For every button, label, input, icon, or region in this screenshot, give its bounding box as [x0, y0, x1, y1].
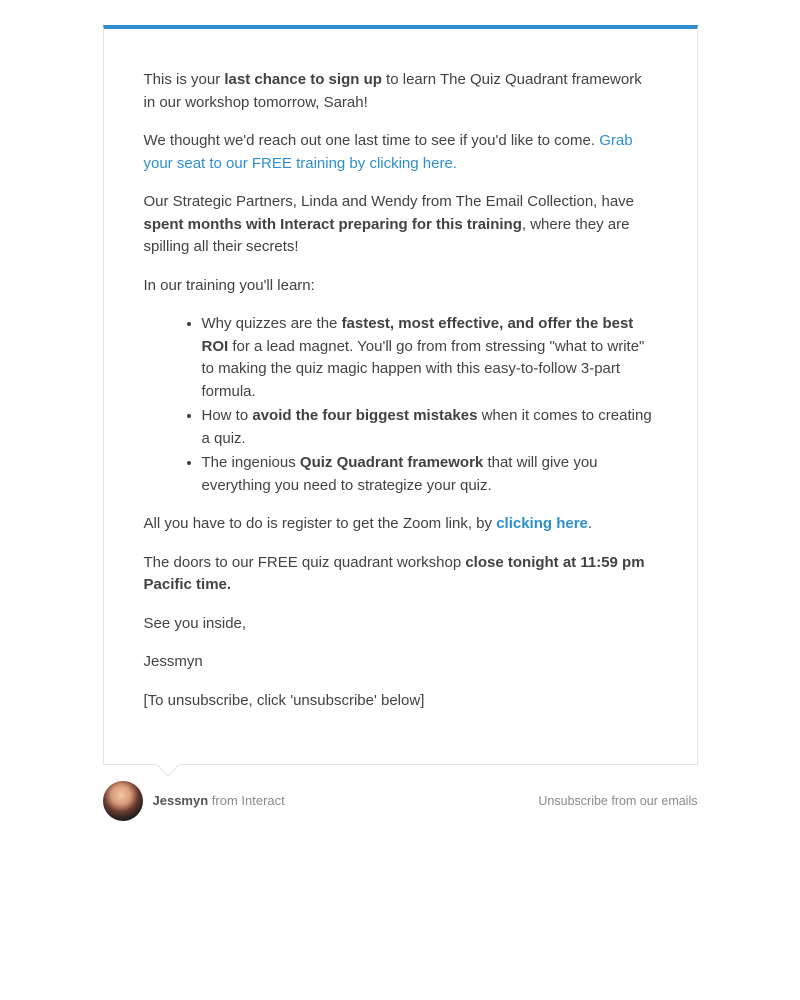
- sender-name: Jessmyn: [153, 793, 209, 808]
- sender-from: from Interact: [208, 793, 285, 808]
- sender-text: Jessmyn from Interact: [153, 791, 285, 811]
- email-container: This is your last chance to sign up to l…: [103, 25, 698, 839]
- paragraph-deadline: The doors to our FREE quiz quadrant work…: [144, 552, 657, 597]
- avatar: [103, 781, 143, 821]
- bullet-list: Why quizzes are the fastest, most effect…: [144, 313, 657, 497]
- text: for a lead magnet. You'll go from from s…: [202, 338, 645, 400]
- clicking-here-link[interactable]: clicking here: [496, 515, 588, 532]
- unsubscribe-link[interactable]: Unsubscribe from our emails: [538, 792, 697, 811]
- paragraph-signoff: See you inside,: [144, 613, 657, 636]
- text: This is your: [144, 71, 225, 88]
- paragraph-learn-intro: In our training you'll learn:: [144, 275, 657, 298]
- paragraph-signature: Jessmyn: [144, 651, 657, 674]
- text: The doors to our FREE quiz quadrant work…: [144, 554, 466, 571]
- list-item: How to avoid the four biggest mistakes w…: [202, 405, 657, 450]
- paragraph-unsub-note: [To unsubscribe, click 'unsubscribe' bel…: [144, 690, 657, 713]
- text: Why quizzes are the: [202, 315, 342, 332]
- text-bold: last chance to sign up: [224, 71, 382, 88]
- email-footer: Jessmyn from Interact Unsubscribe from o…: [103, 765, 698, 839]
- text: The ingenious: [202, 454, 300, 471]
- text: All you have to do is register to get th…: [144, 515, 497, 532]
- text-bold: avoid the four biggest mistakes: [252, 407, 477, 424]
- text-bold: spent months with Interact preparing for…: [144, 216, 522, 233]
- text: .: [588, 515, 592, 532]
- text: How to: [202, 407, 253, 424]
- paragraph-intro: This is your last chance to sign up to l…: [144, 69, 657, 114]
- list-item: The ingenious Quiz Quadrant framework th…: [202, 452, 657, 497]
- paragraph-partners: Our Strategic Partners, Linda and Wendy …: [144, 191, 657, 259]
- text: We thought we'd reach out one last time …: [144, 132, 600, 149]
- text: Our Strategic Partners, Linda and Wendy …: [144, 193, 635, 210]
- sender-block: Jessmyn from Interact: [103, 781, 285, 821]
- text-bold: Quiz Quadrant framework: [300, 454, 483, 471]
- list-item: Why quizzes are the fastest, most effect…: [202, 313, 657, 403]
- email-card: This is your last chance to sign up to l…: [103, 25, 698, 765]
- paragraph-register: All you have to do is register to get th…: [144, 513, 657, 536]
- paragraph-cta1: We thought we'd reach out one last time …: [144, 130, 657, 175]
